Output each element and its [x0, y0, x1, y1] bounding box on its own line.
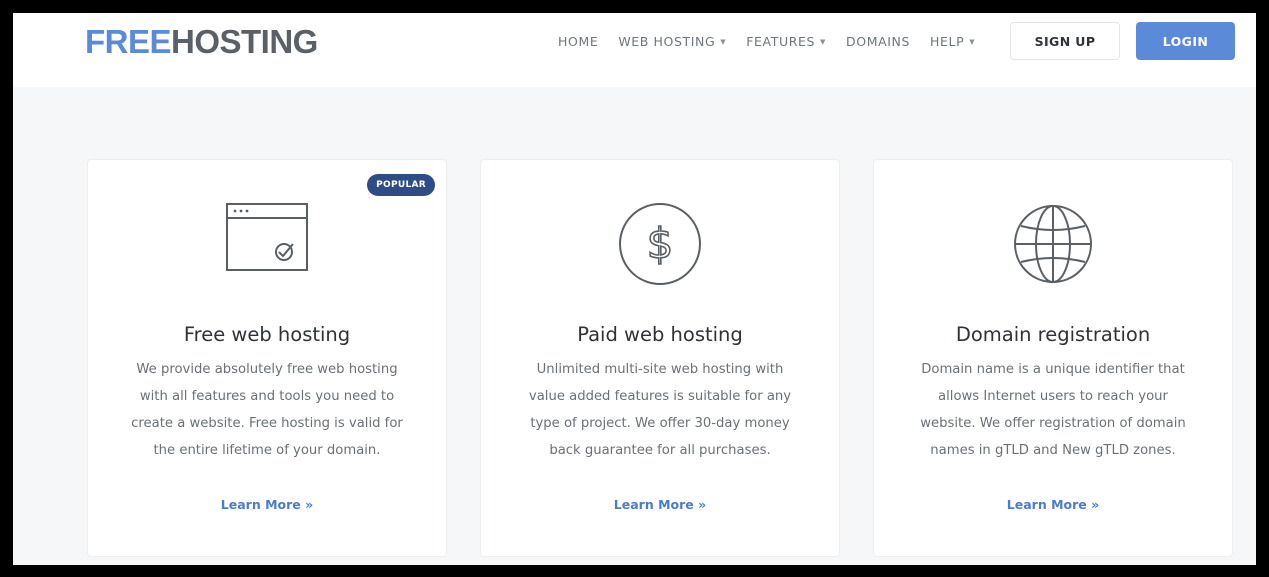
- nav-web-hosting[interactable]: WEB HOSTING ▼: [618, 34, 726, 49]
- card-line: type of project. We offer 30-day money: [530, 416, 790, 431]
- card-domain-registration: Domain registration Domain name is a uni…: [873, 159, 1233, 557]
- learn-more-link[interactable]: Learn More »: [874, 497, 1232, 512]
- card-title: Domain registration: [955, 323, 1151, 346]
- login-button[interactable]: LOGIN: [1136, 22, 1235, 60]
- chevron-down-icon: ▼: [820, 37, 827, 46]
- logo-free: FREE: [85, 23, 172, 60]
- nav-home[interactable]: HOME: [558, 34, 598, 49]
- site-header: FREEHOSTING HOME WEB HOSTING ▼ FEATURES …: [13, 13, 1256, 87]
- browser-check-icon: [226, 203, 308, 271]
- card-line: Unlimited multi-site web hosting with: [536, 362, 784, 377]
- card-line: value added features is suitable for any: [528, 389, 792, 404]
- card-line: Domain name is a unique identifier that: [921, 362, 1185, 377]
- card-description: We provide absolutely free web hosting w…: [118, 356, 416, 464]
- chevron-down-icon: ▼: [720, 37, 727, 46]
- page: FREEHOSTING HOME WEB HOSTING ▼ FEATURES …: [13, 13, 1256, 565]
- chevron-down-icon: ▼: [969, 37, 976, 46]
- card-line: allows Internet users to reach your: [938, 389, 1168, 404]
- nav-features[interactable]: FEATURES ▼: [746, 34, 826, 49]
- card-title: Paid web hosting: [577, 323, 743, 346]
- svg-text:$: $: [647, 219, 674, 268]
- card-line: with all features and tools you need to: [139, 389, 395, 404]
- card-line: names in gTLD and New gTLD zones.: [930, 443, 1176, 458]
- nav-domains-label: DOMAINS: [846, 34, 911, 49]
- card-line: the entire lifetime of your domain.: [153, 443, 381, 458]
- card-line: website. We offer registration of domain: [920, 416, 1186, 431]
- card-paid-hosting: $ Paid web hosting Unlimited multi-site …: [480, 159, 840, 557]
- sign-up-button[interactable]: SIGN UP: [1010, 22, 1120, 60]
- card-line: create a website. Free hosting is valid …: [131, 416, 403, 431]
- logo[interactable]: FREEHOSTING: [85, 23, 318, 61]
- card-line: back guarantee for all purchases.: [549, 443, 771, 458]
- main-nav: HOME WEB HOSTING ▼ FEATURES ▼ DOMAINS HE…: [558, 34, 995, 49]
- globe-icon: [1014, 205, 1092, 283]
- nav-web-hosting-label: WEB HOSTING: [618, 34, 716, 49]
- card-description: Unlimited multi-site web hosting with va…: [511, 356, 809, 464]
- nav-features-label: FEATURES: [746, 34, 816, 49]
- dollar-icon: $: [619, 203, 701, 285]
- card-line: We provide absolutely free web hosting: [136, 362, 398, 377]
- card-title: Free web hosting: [183, 323, 351, 346]
- nav-home-label: HOME: [558, 34, 599, 49]
- learn-more-link[interactable]: Learn More »: [481, 497, 839, 512]
- nav-help-label: HELP: [930, 34, 965, 49]
- logo-hosting: HOSTING: [171, 23, 318, 60]
- card-free-hosting: POPULAR Free web hosting We provide abso…: [87, 159, 447, 557]
- learn-more-link[interactable]: Learn More »: [88, 497, 446, 512]
- nav-domains[interactable]: DOMAINS: [846, 34, 910, 49]
- card-description: Domain name is a unique identifier that …: [904, 356, 1202, 464]
- nav-help[interactable]: HELP ▼: [930, 34, 975, 49]
- popular-badge: POPULAR: [367, 174, 435, 196]
